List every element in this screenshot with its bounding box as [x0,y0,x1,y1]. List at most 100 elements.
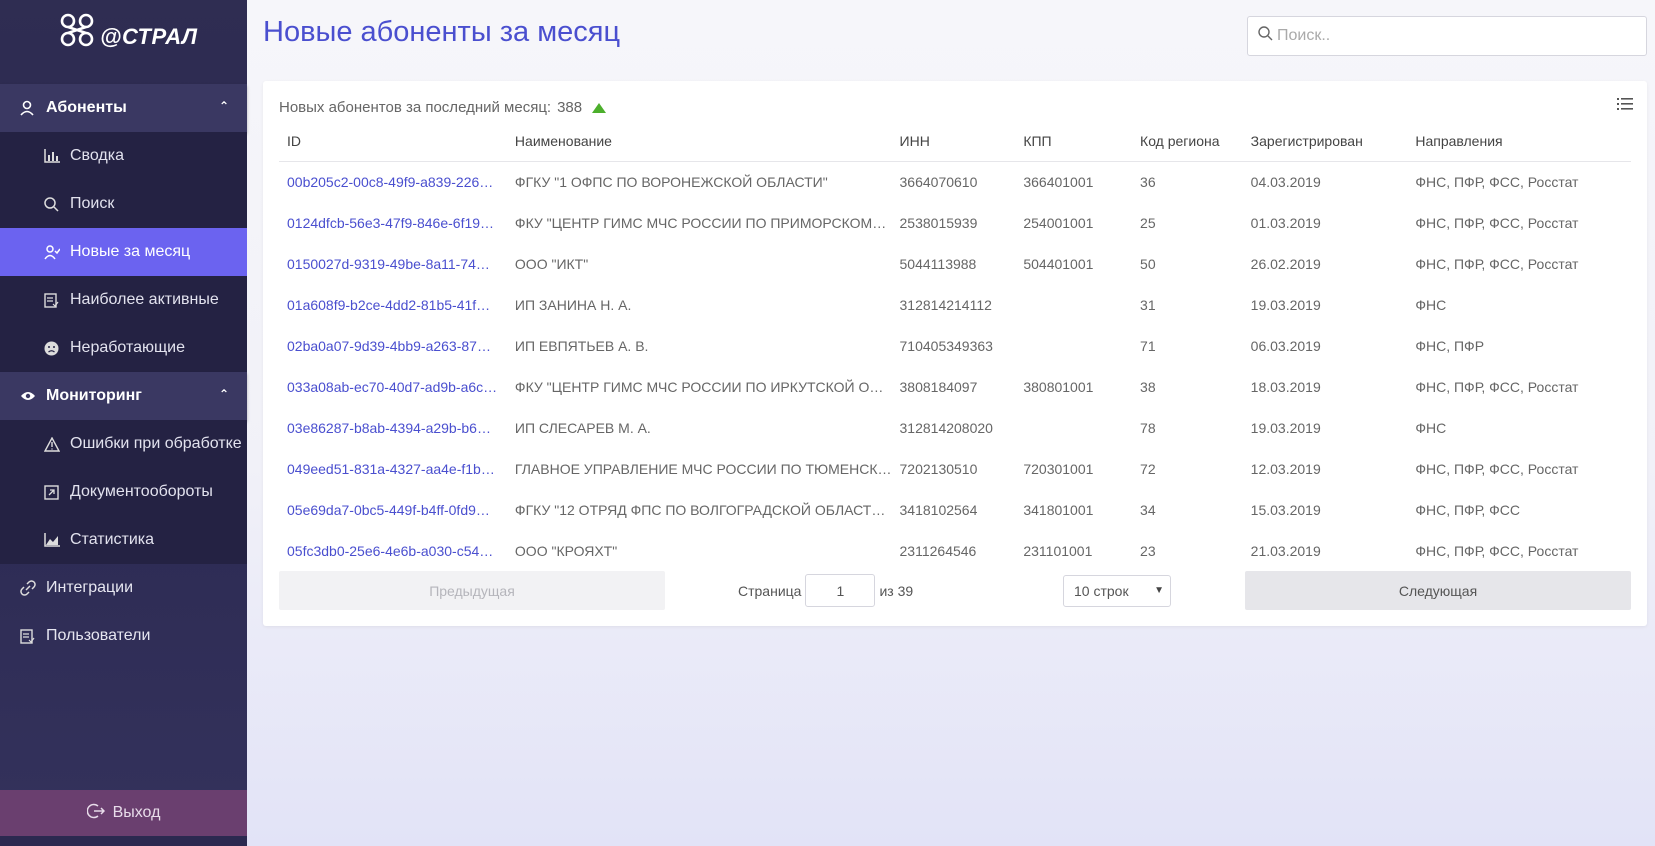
previous-page-button[interactable]: Предыдущая [279,571,665,610]
table-row[interactable]: 02ba0a07-9d39-4bb9-a263-87… ИП ЕВПЯТЬЕВ А… [279,325,1631,366]
table-cell: 5044113988 [899,255,977,272]
sidebar-item-label: Сводка [70,147,125,164]
table-cell: 50 [1140,255,1156,272]
table-row[interactable]: 0150027d-9319-49be-8a11-74… ООО "ИКТ" 5044… [279,243,1631,284]
subscriber-id-link[interactable]: 05fc3db0-25e6-4e6b-a030-c54… [279,530,507,571]
table-cell: ИП ЕВПЯТЬЕВ А. В. [514,337,649,354]
table-cell: ФНС, ПФР [1415,337,1485,354]
sidebar-item-search[interactable]: Поиск [0,180,247,228]
area-chart-icon [44,533,70,547]
table-row[interactable]: 03e86287-b8ab-4394-a29b-b6… ИП СЛЕСАРЕВ М… [279,407,1631,448]
search-box[interactable] [1247,16,1647,56]
sidebar-item-most-active[interactable]: Наиболее активные [0,276,247,324]
subscriber-id-link[interactable]: 02ba0a07-9d39-4bb9-a263-87… [279,325,507,366]
nav-group-label: Мониторинг [46,387,142,404]
table-cell: 34 [1140,501,1156,518]
table-cell: 3808184097 [899,378,978,395]
subscriber-id-link[interactable]: 033a08ab-ec70-40d7-ad9b-a6c… [279,366,507,407]
table-cell: 71 [1140,337,1156,354]
table-cell: 25 [1140,214,1156,231]
table-cell [1015,407,1132,448]
users-icon [20,628,46,644]
subscriber-id-link[interactable]: 03e86287-b8ab-4394-a29b-b6… [279,407,507,448]
eye-icon [20,390,46,402]
next-page-button[interactable]: Следующая [1245,571,1631,610]
sidebar-item-label: Неработающие [70,339,186,356]
subscriber-id-link[interactable]: 049eed51-831a-4327-aa4e-f1b… [279,448,507,489]
table-cell: 7202130510 [899,460,978,477]
subscriber-id-link[interactable]: 0150027d-9319-49be-8a11-74… [279,243,507,284]
table-cell: 3664070610 [899,173,978,190]
table-row[interactable]: 00b205c2-00c8-49f9-a839-226… ФГКУ "1 ОФПС… [279,161,1631,202]
subscriber-id-link[interactable]: 05e69da7-0bc5-449f-b4ff-0fd9… [279,489,507,530]
nav-group-subscribers[interactable]: Абоненты ⌃ [0,84,247,132]
sidebar-item-statistics[interactable]: Статистика [0,516,247,564]
table-row[interactable]: 033a08ab-ec70-40d7-ad9b-a6c… ФКУ "ЦЕНТР Г… [279,366,1631,407]
table-cell: ФНС, ПФР, ФСС [1415,501,1521,518]
table-cell: 380801001 [1023,378,1094,395]
column-header[interactable]: Зарегистрирован [1242,121,1408,162]
table-cell: ИП ЗАНИНА Н. А. [514,296,632,313]
chevron-up-icon: ⌃ [218,99,229,113]
brand-logo[interactable]: @СТРАЛ [58,10,198,50]
column-header[interactable]: ИНН [891,121,1016,162]
summary-label: Новых абонентов за последний месяц: [279,99,552,116]
nav-group-monitoring[interactable]: Мониторинг ⌃ [0,372,247,420]
table-cell: 2538015939 [899,214,978,231]
sidebar-item-users[interactable]: Пользователи [0,612,247,660]
link-icon [20,580,46,596]
column-settings-icon[interactable] [1617,97,1633,116]
table-cell: ФГКУ "1 ОФПС ПО ВОРОНЕЖСКОЙ ОБЛАСТИ" [514,173,828,190]
table-cell: 710405349363 [899,337,993,354]
logout-icon [86,802,105,825]
table-cell: 504401001 [1023,255,1094,272]
column-header[interactable]: Код региона [1132,121,1243,162]
table-row[interactable]: 01a608f9-b2ce-4dd2-81b5-41f… ИП ЗАНИНА Н.… [279,284,1631,325]
sidebar-item-label: Интеграции [46,579,134,596]
subscriber-id-link[interactable]: 01a608f9-b2ce-4dd2-81b5-41f… [279,284,507,325]
column-header[interactable]: КПП [1015,121,1133,162]
table-cell: ООО "ИКТ" [514,255,589,272]
table-row[interactable]: 05e69da7-0bc5-449f-b4ff-0fd9… ФГКУ "12 ОТ… [279,489,1631,530]
table-cell: 720301001 [1023,460,1094,477]
table-body: 00b205c2-00c8-49f9-a839-226… ФГКУ "1 ОФПС… [279,161,1631,571]
subscriber-id-link[interactable]: 00b205c2-00c8-49f9-a839-226… [279,161,507,202]
sidebar-item-document-flows[interactable]: Документообороты [0,468,247,516]
search-input[interactable] [1277,27,1637,45]
chevron-up-icon: ⌃ [218,387,229,401]
table-cell: 341801001 [1023,501,1094,518]
page-number-input[interactable] [805,574,876,607]
sidebar-item-new-month[interactable]: Новые за месяц [0,228,247,276]
rows-per-page-select[interactable]: 10 строк ▼ [1063,575,1171,607]
column-header[interactable]: Наименование [506,121,892,162]
column-header[interactable]: ID [279,121,507,162]
trend-up-icon [592,102,607,113]
table-row[interactable]: 05fc3db0-25e6-4e6b-a030-c54… ООО "КРОЯХТ"… [279,530,1631,571]
table-row[interactable]: 049eed51-831a-4327-aa4e-f1b… ГЛАВНОЕ УПРА… [279,448,1631,489]
table-cell: 312814208020 [899,419,993,436]
page-total: из 39 [879,582,914,599]
table-cell: 26.02.2019 [1250,255,1321,272]
table-header-row: ID Наименование ИНН КПП Код региона Зарегистр… [279,121,1631,162]
table-cell: 72 [1140,460,1156,477]
sidebar-item-integrations[interactable]: Интеграции [0,564,247,612]
column-header[interactable]: Направления [1407,121,1631,162]
sad-face-icon [44,341,70,356]
sidebar: @СТРАЛ Абоненты ⌃ Сводка Поиск Новые за … [0,0,247,846]
table-cell: ФГКУ "12 ОТРЯД ФПС ПО ВОЛГОГРАДСКОЙ ОБЛА… [514,501,886,518]
table-row[interactable]: 0124dfcb-56e3-47f9-846e-6f19… ФКУ "ЦЕНТР … [279,202,1631,243]
logout-button[interactable]: Выход [0,790,247,836]
table-cell [1015,284,1132,325]
sidebar-item-errors[interactable]: Ошибки при обработке [0,420,247,468]
caret-down-icon: ▼ [1154,585,1164,596]
table-cell: ФКУ "ЦЕНТР ГИМС МЧС РОССИИ ПО ПРИМОРСКОМ… [514,214,887,231]
document-flow-icon [44,484,70,500]
table-cell: 38 [1140,378,1156,395]
sidebar-item-summary[interactable]: Сводка [0,132,247,180]
table-cell: ГЛАВНОЕ УПРАВЛЕНИЕ МЧС РОССИИ ПО ТЮМЕНСК… [514,460,892,477]
sidebar-item-inactive[interactable]: Неработающие [0,324,247,372]
table-cell: ФНС, ПФР, ФСС, Росстат [1415,173,1579,190]
table-cell: 231101001 [1023,542,1093,559]
table-cell: 3418102564 [899,501,978,518]
subscriber-id-link[interactable]: 0124dfcb-56e3-47f9-846e-6f19… [279,202,507,243]
